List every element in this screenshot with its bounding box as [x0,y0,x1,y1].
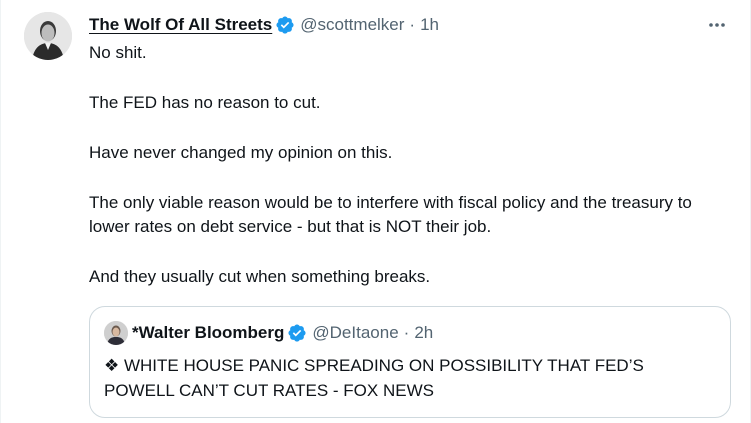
quoted-author-handle[interactable]: @DeItaone [312,321,398,345]
tweet-body: No shit. The FED has no reason to cut. H… [89,41,709,289]
tweet-text-line: Have never changed my opinion on this. [89,143,393,162]
separator-dot: · [409,15,416,34]
quoted-author-display-name[interactable]: *Walter Bloomberg [132,321,284,345]
avatar[interactable] [24,12,72,60]
tweet[interactable]: The Wolf Of All Streets @scottmelker · 1… [0,0,751,423]
tweet-timestamp[interactable]: 1h [420,13,439,37]
tweet-text-line: And they usually cut when something brea… [89,267,431,286]
quoted-tweet-header: *Walter Bloomberg @DeItaone · 2h [104,321,433,345]
verified-badge-icon[interactable] [275,15,295,35]
quoted-verified-badge-icon[interactable] [287,323,307,343]
more-horizontal-icon[interactable] [706,14,728,36]
quoted-tweet-timestamp[interactable]: 2h [414,321,433,345]
quoted-tweet-text: ❖ WHITE HOUSE PANIC SPREADING ON POSSIBI… [104,356,644,400]
tweet-header: The Wolf Of All Streets @scottmelker · 1… [89,13,439,37]
tweet-text-line: No shit. [89,43,147,62]
tweet-text-line: The only viable reason would be to inter… [89,193,692,236]
author-display-name[interactable]: The Wolf Of All Streets [89,13,272,37]
author-handle[interactable]: @scottmelker [300,13,404,37]
tweet-text-line: The FED has no reason to cut. [89,93,321,112]
quoted-separator-dot: · [403,323,410,342]
quoted-tweet-card[interactable]: *Walter Bloomberg @DeItaone · 2h ❖ WHITE… [89,306,731,418]
quoted-author-avatar[interactable] [104,321,128,345]
